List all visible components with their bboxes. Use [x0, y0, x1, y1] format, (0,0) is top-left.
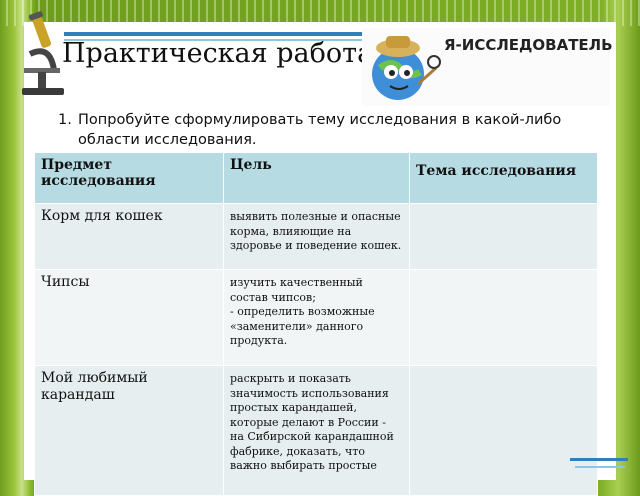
logo: Я-ИССЛЕДОВАТЕЛЬ	[362, 28, 613, 106]
cell-topic[interactable]	[409, 269, 598, 366]
table-row: Корм для кошек выявить полезные и опасны…	[34, 203, 598, 270]
cell-goal: изучить качественный состав чипсов; - оп…	[223, 269, 410, 366]
task-item: 1. Попробуйте сформулировать тему исслед…	[58, 110, 578, 150]
header-subject: Предмет исследования	[34, 152, 224, 204]
task-number: 1.	[58, 112, 72, 128]
cell-topic[interactable]	[409, 365, 598, 496]
cell-topic[interactable]	[409, 203, 598, 270]
logo-text: Я-ИССЛЕДОВАТЕЛЬ	[444, 36, 613, 54]
table-row: Мой любимый карандаш раскрыть и показать…	[34, 365, 598, 496]
cell-subject: Чипсы	[34, 269, 224, 366]
cell-subject: Мой любимый карандаш	[34, 365, 224, 496]
table-header-row: Предмет исследования Цель Тема исследова…	[34, 152, 598, 204]
decorative-line	[570, 458, 628, 461]
cell-goal: выявить полезные и опасные корма, влияющ…	[223, 203, 410, 270]
microscope-icon	[22, 11, 64, 95]
header-topic: Тема исследования	[409, 152, 598, 204]
cell-goal: раскрыть и показать значимость использов…	[223, 365, 410, 496]
decorative-line	[575, 466, 625, 468]
slide-title: Практическая работа	[62, 38, 374, 69]
research-table: Предмет исследования Цель Тема исследова…	[34, 152, 598, 496]
table-row: Чипсы изучить качественный состав чипсов…	[34, 269, 598, 366]
cell-subject: Корм для кошек	[34, 203, 224, 270]
header-goal: Цель	[223, 152, 410, 204]
globe-mascot-icon	[372, 36, 441, 100]
task-text: Попробуйте сформулировать тему исследова…	[78, 112, 562, 148]
